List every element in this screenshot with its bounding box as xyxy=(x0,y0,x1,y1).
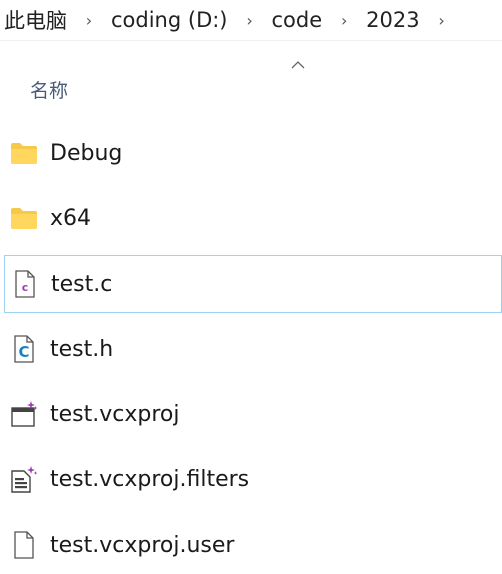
breadcrumb-item-this-pc[interactable]: 此电脑 xyxy=(0,5,71,35)
breadcrumb-separator[interactable]: › xyxy=(232,11,268,30)
c-source-file-icon: c xyxy=(11,269,39,299)
list-item-debug[interactable]: Debug xyxy=(4,124,502,182)
list-item-test-vcxproj[interactable]: test.vcxproj xyxy=(4,385,502,443)
breadcrumb-separator[interactable]: › xyxy=(71,11,107,30)
svg-text:C: C xyxy=(18,343,29,361)
breadcrumb-separator[interactable]: › xyxy=(424,11,460,30)
generic-file-icon xyxy=(10,530,38,560)
file-name: Debug xyxy=(50,140,123,166)
vcxproj-filters-file-icon xyxy=(10,464,38,494)
list-item-test-vcxproj-user[interactable]: test.vcxproj.user xyxy=(4,516,502,574)
list-item-test-vcxproj-filters[interactable]: test.vcxproj.filters xyxy=(4,450,502,508)
breadcrumb: 此电脑 › coding (D:) › code › 2023 › xyxy=(0,0,502,41)
vcxproj-file-icon xyxy=(10,399,38,429)
list-item-test-h[interactable]: C test.h xyxy=(4,320,502,378)
svg-text:c: c xyxy=(22,281,29,294)
folder-icon xyxy=(10,203,38,233)
file-name: test.vcxproj xyxy=(50,401,180,427)
name-column-header[interactable]: 名称 xyxy=(30,76,68,103)
list-item-x64[interactable]: x64 xyxy=(4,189,502,247)
file-name: test.c xyxy=(51,271,113,297)
file-name: test.vcxproj.user xyxy=(50,532,235,558)
list-item-test-c[interactable]: c test.c xyxy=(4,255,502,313)
sort-ascending-icon xyxy=(291,61,305,69)
breadcrumb-item-code[interactable]: code xyxy=(268,8,327,32)
breadcrumb-item-2023[interactable]: 2023 xyxy=(362,8,423,32)
file-name: test.h xyxy=(50,336,114,362)
folder-icon xyxy=(10,138,38,168)
file-name: x64 xyxy=(50,205,92,231)
breadcrumb-item-drive[interactable]: coding (D:) xyxy=(107,8,232,32)
file-name: test.vcxproj.filters xyxy=(50,466,250,492)
breadcrumb-separator[interactable]: › xyxy=(326,11,362,30)
c-header-file-icon: C xyxy=(10,334,38,364)
